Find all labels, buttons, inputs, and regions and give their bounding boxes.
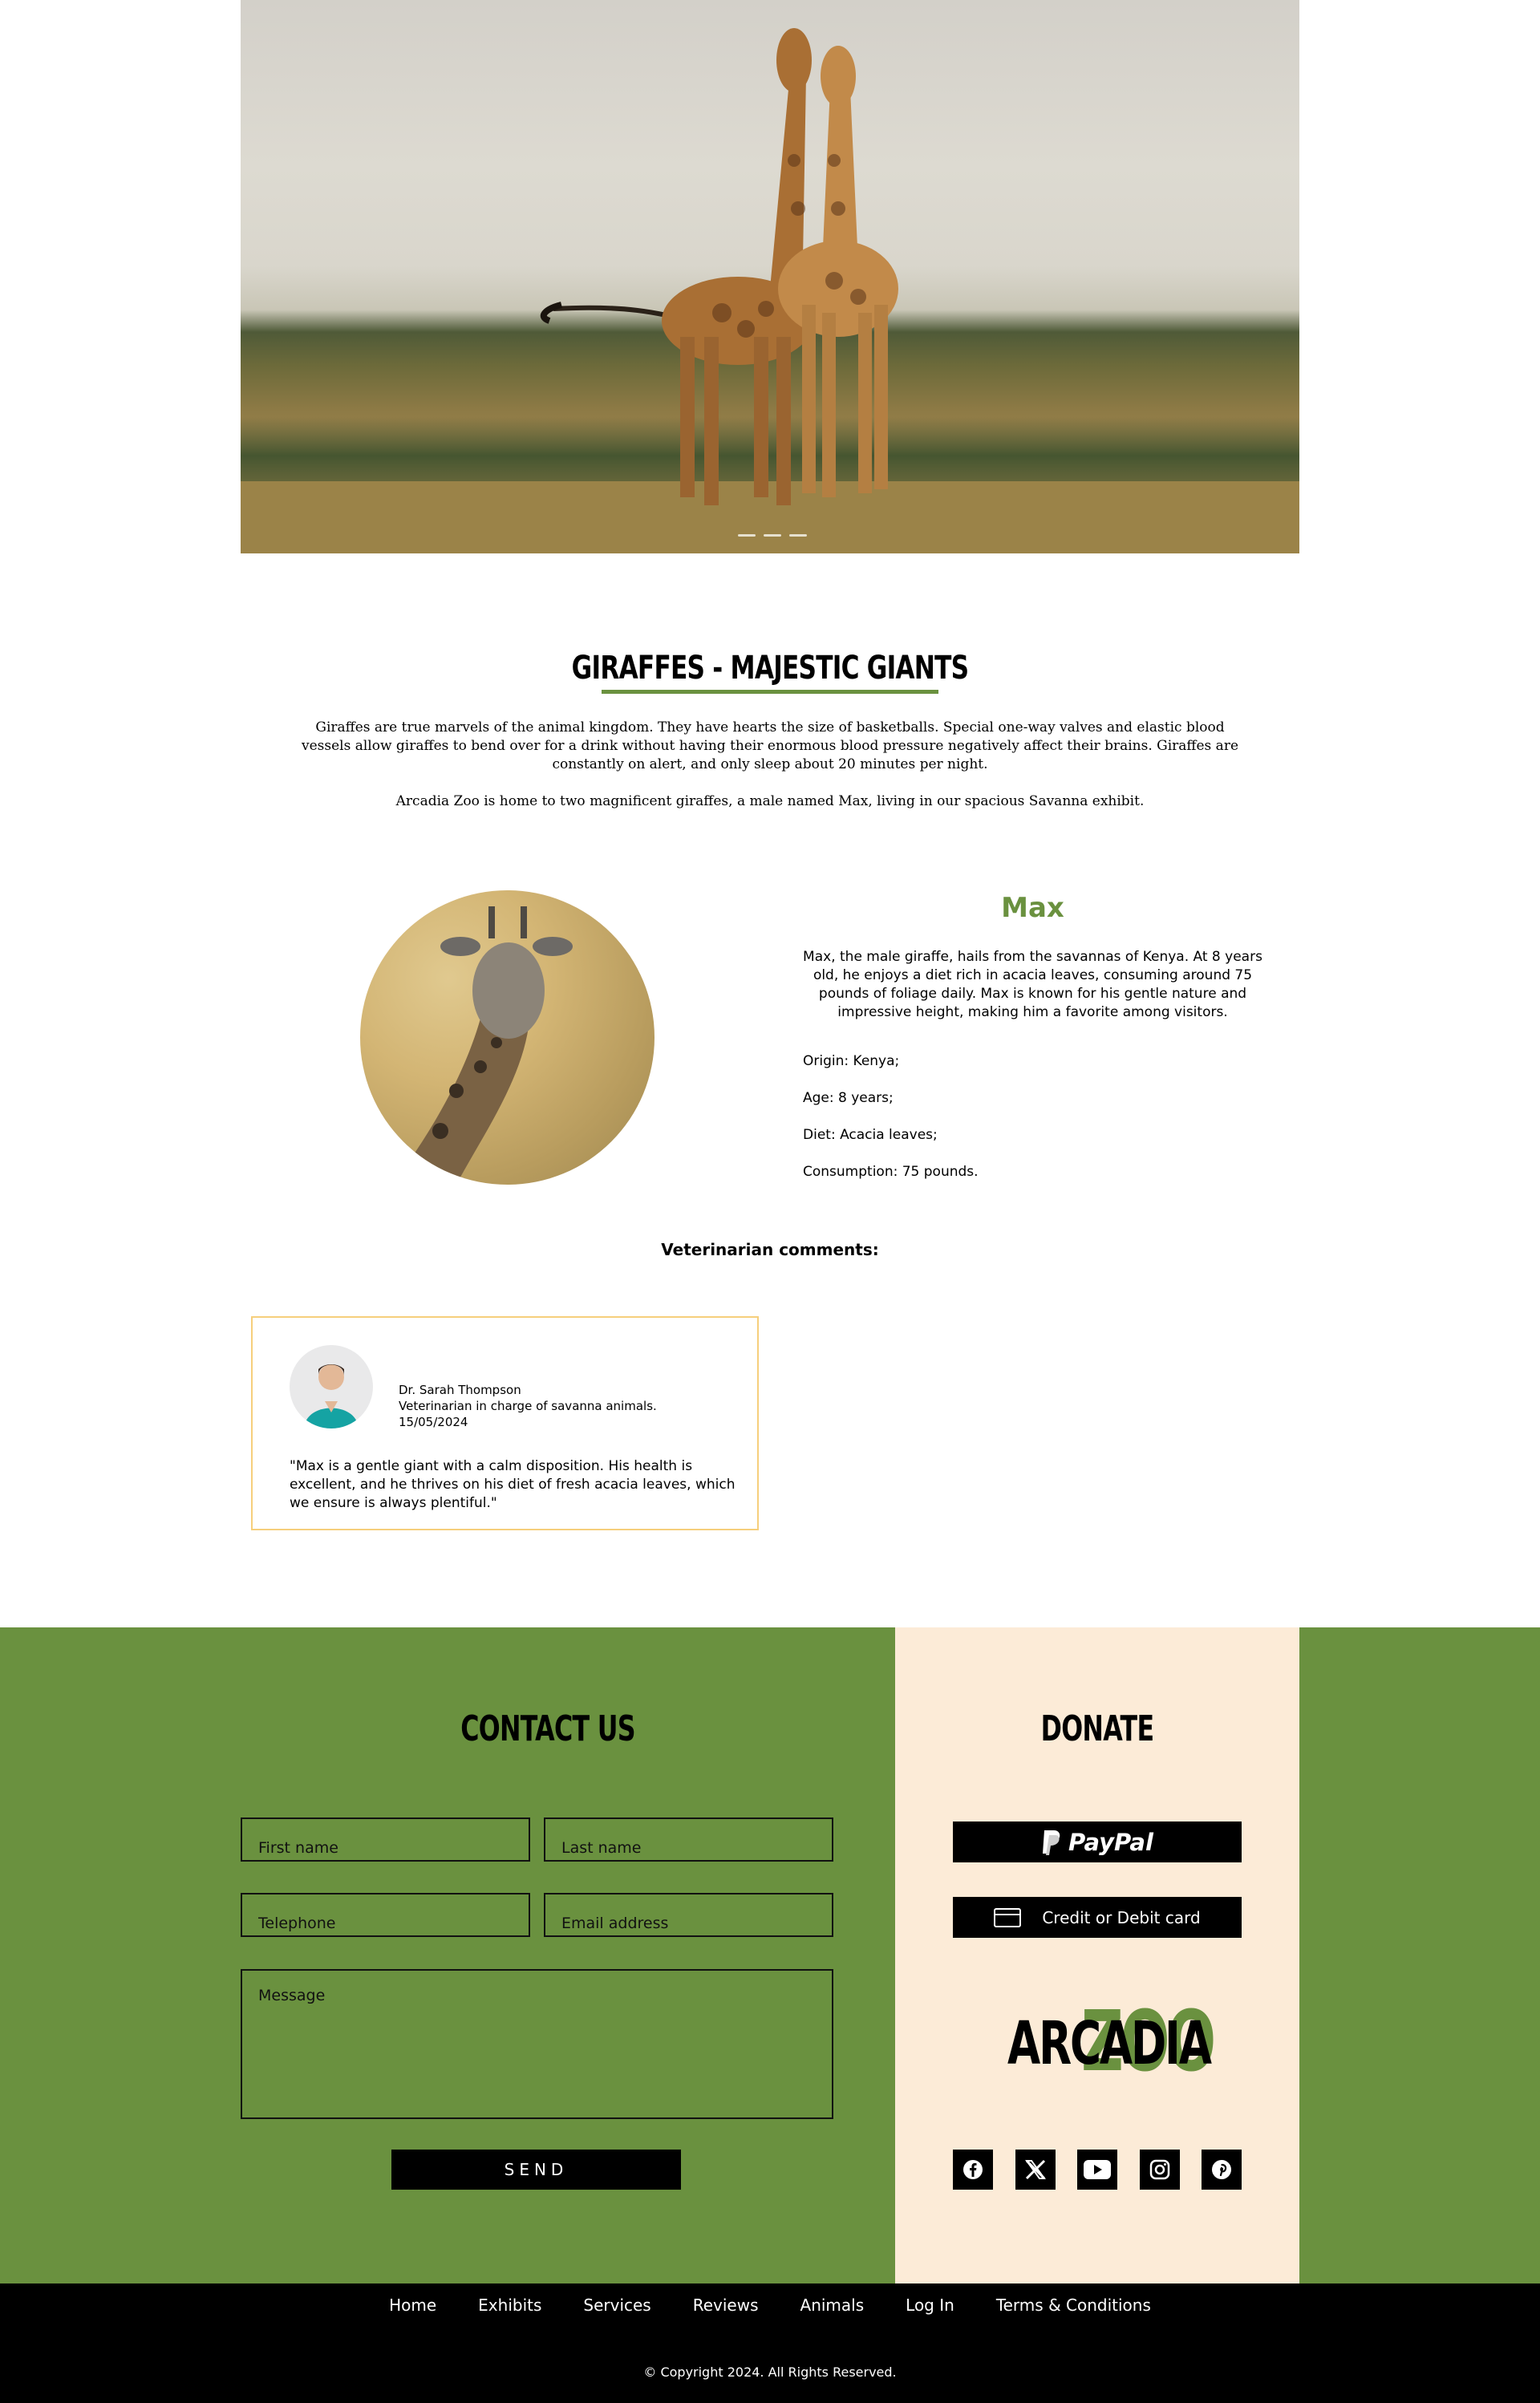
message-field[interactable] bbox=[241, 1969, 833, 2119]
footer-section bbox=[0, 1627, 1540, 2283]
paypal-icon bbox=[1043, 1830, 1060, 1855]
nav-reviews[interactable]: Reviews bbox=[672, 2296, 780, 2315]
card-label: Credit or Debit card bbox=[1042, 1907, 1201, 1927]
credit-card-icon bbox=[994, 1907, 1022, 1927]
x-icon[interactable] bbox=[1015, 2150, 1056, 2190]
nav-terms[interactable]: Terms & Conditions bbox=[975, 2296, 1172, 2315]
footer-nav: Home Exhibits Services Reviews Animals L… bbox=[0, 2296, 1540, 2315]
avatar bbox=[290, 1345, 373, 1428]
send-button[interactable]: SEND bbox=[391, 2150, 681, 2190]
giraffes-illustration bbox=[241, 28, 1299, 553]
nav-services[interactable]: Services bbox=[562, 2296, 671, 2315]
vet-role: Veterinarian in charge of savanna animal… bbox=[399, 1399, 657, 1413]
last-name-field[interactable] bbox=[544, 1817, 833, 1862]
donate-title: DONATE bbox=[1040, 1708, 1154, 1749]
vet-comment: "Max is a gentle giant with a calm dispo… bbox=[290, 1458, 736, 1511]
carousel-indicators[interactable] bbox=[738, 534, 807, 537]
carousel-dot[interactable] bbox=[764, 534, 781, 537]
intro-text: Giraffes are true marvels of the animal … bbox=[289, 719, 1251, 829]
vet-info: Dr. Sarah Thompson Veterinarian in charg… bbox=[399, 1382, 657, 1430]
copyright: © Copyright 2024. All Rights Reserved. bbox=[643, 2365, 897, 2380]
max-photo bbox=[360, 890, 654, 1185]
youtube-icon[interactable] bbox=[1077, 2150, 1117, 2190]
instagram-icon[interactable] bbox=[1140, 2150, 1180, 2190]
nav-exhibits[interactable]: Exhibits bbox=[457, 2296, 562, 2315]
arcadia-zoo-logo: ZOO ARCADIA bbox=[962, 1997, 1251, 2085]
email-field[interactable] bbox=[544, 1893, 833, 1937]
vet-comments-heading: Veterinarian comments: bbox=[661, 1240, 879, 1259]
animal-facts: Origin: Kenya; Age: 8 years; Diet: Acaci… bbox=[803, 1053, 979, 1201]
nav-animals[interactable]: Animals bbox=[780, 2296, 886, 2315]
paypal-label: PayPal bbox=[1068, 1828, 1153, 1856]
intro-paragraph: Arcadia Zoo is home to two magnificent g… bbox=[395, 793, 1145, 809]
animal-description: Max, the male giraffe, hails from the sa… bbox=[803, 949, 1262, 1020]
contact-title: CONTACT US bbox=[460, 1708, 635, 1749]
animal-name: Max bbox=[1001, 892, 1064, 924]
carousel-dot[interactable] bbox=[738, 534, 756, 537]
nav-login[interactable]: Log In bbox=[885, 2296, 975, 2315]
giraffe-portrait bbox=[392, 906, 573, 1185]
intro-paragraph: Giraffes are true marvels of the animal … bbox=[301, 719, 1239, 772]
logo-arcadia-word: ARCADIA bbox=[1007, 2009, 1212, 2078]
fact-origin: Origin: Kenya; bbox=[803, 1053, 900, 1069]
fact-age: Age: 8 years; bbox=[803, 1090, 894, 1106]
vet-date: 15/05/2024 bbox=[399, 1415, 468, 1429]
fact-consumption: Consumption: 75 pounds. bbox=[803, 1164, 979, 1180]
vet-comment-card: Dr. Sarah Thompson Veterinarian in charg… bbox=[251, 1316, 759, 1530]
fact-diet: Diet: Acacia leaves; bbox=[803, 1127, 938, 1143]
telephone-field[interactable] bbox=[241, 1893, 530, 1937]
title-underline bbox=[602, 690, 938, 694]
hero-image bbox=[241, 0, 1299, 553]
paypal-button[interactable]: PayPal bbox=[953, 1821, 1242, 1862]
carousel-dot[interactable] bbox=[789, 534, 807, 537]
page-title: GIRAFFES - MAJESTIC GIANTS bbox=[571, 650, 969, 687]
card-payment-button[interactable]: Credit or Debit card bbox=[953, 1897, 1242, 1938]
nav-home[interactable]: Home bbox=[368, 2296, 457, 2315]
facebook-icon[interactable] bbox=[953, 2150, 993, 2190]
vet-name: Dr. Sarah Thompson bbox=[399, 1383, 521, 1397]
pinterest-icon[interactable] bbox=[1202, 2150, 1242, 2190]
first-name-field[interactable] bbox=[241, 1817, 530, 1862]
